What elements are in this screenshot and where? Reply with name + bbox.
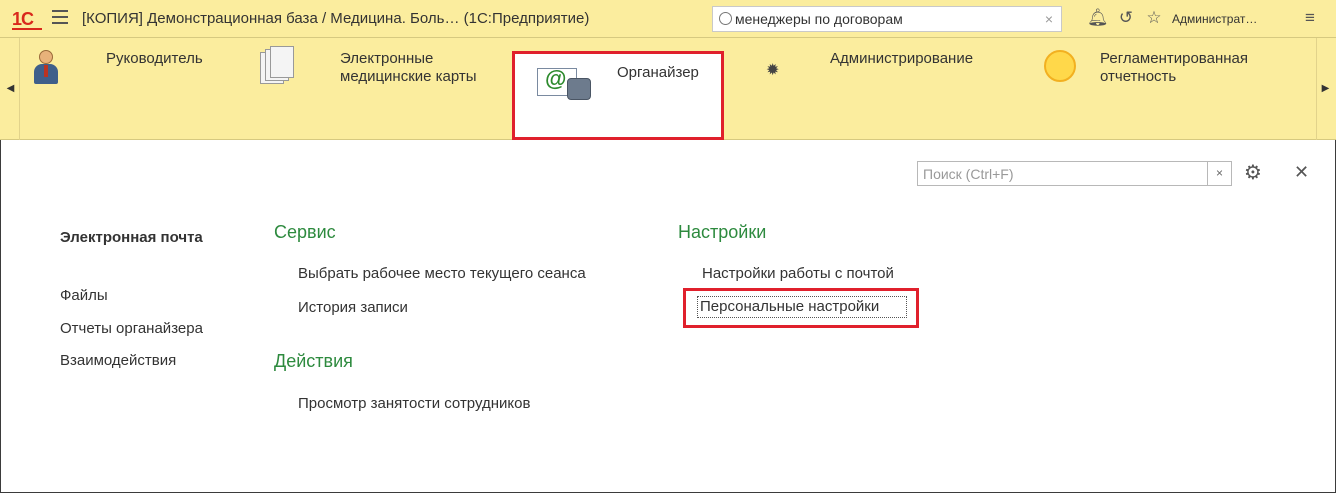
section-content: Поиск (Ctrl+F) × ⚙ ✕ Электронная почта Ф… — [0, 140, 1336, 493]
top-bar: 1С [КОПИЯ] Демонстрационная база / Медиц… — [0, 0, 1336, 38]
sun-icon — [1044, 50, 1076, 82]
section-label: Органайзер — [617, 64, 699, 81]
section-label: Руководитель — [106, 50, 203, 67]
group-title-service: Сервис — [274, 222, 336, 242]
command-select-workplace[interactable]: Выбрать рабочее место текущего сеанса — [298, 265, 586, 282]
section-administration[interactable]: ✹ Администрирование — [740, 38, 1020, 140]
command-employee-occupancy[interactable]: Просмотр занятости сотрудников — [298, 395, 530, 412]
group-title-settings: Настройки — [678, 222, 767, 242]
clear-search-icon[interactable]: × — [1207, 162, 1231, 185]
global-search-input[interactable]: менеджеры по договорам × — [712, 6, 1062, 32]
scroll-left-arrow-icon[interactable]: ◀ — [2, 38, 20, 140]
command-record-history[interactable]: История записи — [298, 299, 408, 316]
section-label: Электронные медицинские карты — [340, 50, 477, 85]
history-icon[interactable]: ↺ — [1116, 8, 1136, 28]
command-personal-settings[interactable]: Персональные настройки — [700, 298, 879, 315]
close-icon[interactable]: ✕ — [1294, 162, 1309, 183]
window-title: [КОПИЯ] Демонстрационная база / Медицина… — [82, 10, 590, 27]
group-title-actions: Действия — [274, 351, 353, 371]
section-medical-records[interactable]: Электронные медицинские карты — [240, 38, 510, 140]
nav-item-email[interactable]: Электронная почта — [60, 229, 203, 246]
search-placeholder: Поиск (Ctrl+F) — [923, 166, 1014, 182]
gear-icon: ✹ — [766, 62, 780, 79]
nav-item-interactions[interactable]: Взаимодействия — [60, 352, 176, 369]
settings-menu-icon[interactable]: ≡ — [1300, 8, 1320, 28]
app-logo[interactable]: 1С — [12, 9, 42, 30]
main-menu-icon[interactable] — [52, 10, 68, 26]
section-label: Администрирование — [830, 50, 974, 67]
search-icon — [719, 12, 732, 25]
global-search-value: менеджеры по договорам — [735, 11, 903, 27]
content-search-input[interactable]: Поиск (Ctrl+F) × — [917, 161, 1232, 186]
nav-item-organizer-reports[interactable]: Отчеты органайзера — [60, 320, 203, 337]
scroll-right-arrow-icon[interactable]: ▶ — [1316, 38, 1334, 140]
section-reporting[interactable]: Регламентированная отчетность — [1030, 38, 1310, 140]
settings-gear-icon[interactable]: ⚙ — [1244, 160, 1262, 185]
clear-search-icon[interactable]: × — [1045, 11, 1053, 27]
sections-panel: ◀ Руководитель Электронные медицинские к… — [0, 38, 1336, 140]
command-mail-settings[interactable]: Настройки работы с почтой — [702, 265, 894, 282]
section-manager[interactable]: Руководитель — [20, 38, 240, 140]
manager-icon — [34, 50, 58, 84]
section-label: Регламентированная отчетность — [1100, 50, 1248, 85]
section-organizer[interactable]: @ Органайзер — [512, 51, 724, 140]
favorites-star-icon[interactable]: ☆ — [1144, 8, 1164, 28]
user-name[interactable]: Администрат… — [1172, 12, 1257, 26]
mail-phone-icon: @ — [537, 64, 593, 102]
documents-icon — [260, 46, 294, 86]
nav-item-files[interactable]: Файлы — [60, 287, 108, 304]
bell-icon[interactable]: 🔔︎ — [1087, 8, 1109, 28]
